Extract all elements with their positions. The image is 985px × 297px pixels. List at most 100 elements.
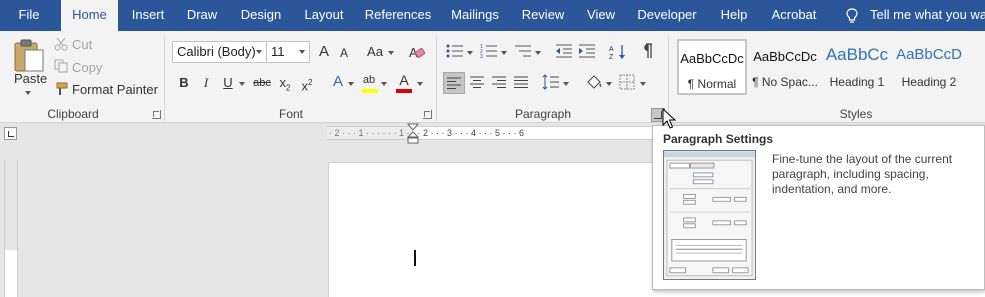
align-right-icon[interactable] (491, 75, 507, 89)
borders-icon[interactable] (619, 74, 635, 90)
bullets-icon[interactable] (446, 43, 464, 59)
font-name-combo[interactable]: Calibri (Body) (172, 41, 267, 63)
group-divider (436, 35, 437, 121)
font-group-label: Font (278, 107, 303, 121)
style-sample: AaBbCcD (896, 46, 962, 63)
tooltip-title: Paragraph Settings (663, 132, 774, 146)
tab-view[interactable]: View (580, 0, 622, 31)
text-effects-dropdown-icon[interactable] (348, 82, 354, 86)
tab-developer[interactable]: Developer (632, 0, 702, 31)
paragraph-launcher-icon (654, 111, 662, 119)
style-sample: AaBbCcDc (753, 49, 817, 64)
clipboard-launcher-icon[interactable] (152, 110, 161, 119)
italic-button[interactable]: I (197, 74, 215, 92)
style-name: Heading 2 (901, 75, 957, 89)
scissors-icon (54, 37, 68, 51)
line-spacing-dropdown-icon[interactable] (563, 82, 569, 86)
tab-review[interactable]: Review (514, 0, 572, 31)
align-center-icon[interactable] (469, 75, 485, 89)
group-divider (164, 35, 165, 121)
format-painter-button[interactable]: Format Painter (72, 82, 158, 97)
mouse-pointer-icon (662, 108, 676, 129)
highlight-button[interactable]: ab (360, 71, 378, 89)
line-spacing-icon[interactable] (542, 74, 560, 90)
shading-icon[interactable] (585, 73, 603, 91)
style-heading-1[interactable]: AaBbCc Heading 1 (822, 39, 892, 95)
lightbulb-icon (846, 8, 858, 23)
sort-icon[interactable]: AZ (609, 43, 627, 61)
copy-icon (54, 59, 68, 73)
decrease-indent-icon[interactable] (555, 43, 573, 59)
font-color-swatch (396, 89, 412, 93)
numbering-dropdown-icon[interactable] (501, 51, 507, 55)
tell-me-search[interactable]: Tell me what you want (870, 0, 985, 31)
tab-draw[interactable]: Draw (180, 0, 224, 31)
change-case-button[interactable]: Aa (364, 43, 386, 61)
bullets-dropdown-icon[interactable] (467, 51, 473, 55)
paste-clipboard-icon (14, 39, 44, 72)
svg-text:A: A (609, 46, 614, 53)
home-ribbon: Paste Cut Copy Format Painter Clipboard … (0, 31, 985, 123)
style-heading-2[interactable]: AaBbCcD Heading 2 (894, 39, 964, 95)
underline-button[interactable]: U (219, 74, 237, 92)
change-case-dropdown-icon[interactable] (388, 51, 394, 55)
shading-dropdown-icon[interactable] (606, 82, 612, 86)
ruler-margin-shade (327, 126, 413, 140)
indent-marker-icon[interactable] (407, 123, 419, 145)
tab-mailings[interactable]: Mailings (444, 0, 506, 31)
subscript-button[interactable]: x2 (276, 74, 294, 93)
cut-button[interactable]: Cut (72, 37, 92, 52)
text-effects-button[interactable]: A (329, 73, 347, 91)
tab-acrobat[interactable]: Acrobat (766, 0, 822, 31)
style-name: Heading 1 (829, 75, 885, 89)
font-color-dropdown-icon[interactable] (417, 82, 423, 86)
align-left-button[interactable] (443, 72, 465, 94)
underline-dropdown-icon[interactable] (239, 82, 245, 86)
style-no-spacing[interactable]: AaBbCcDc ¶ No Spac... (750, 39, 820, 95)
clear-formatting-icon[interactable]: A (408, 43, 426, 61)
numbering-icon[interactable]: 123 (480, 43, 498, 59)
paste-button[interactable]: Paste (14, 71, 47, 86)
clipboard-group-label: Clipboard (47, 107, 99, 121)
tooltip-description: Fine-tune the layout of the current para… (772, 152, 953, 196)
style-normal[interactable]: AaBbCcDc ¶ Normal (677, 39, 747, 95)
font-color-button[interactable]: A (395, 71, 413, 89)
tab-references[interactable]: References (360, 0, 436, 31)
style-sample: AaBbCcDc (680, 51, 744, 66)
styles-group-label: Styles (839, 107, 873, 121)
tab-layout[interactable]: Layout (298, 0, 350, 31)
increase-indent-icon[interactable] (578, 43, 596, 59)
align-left-icon (447, 77, 461, 89)
superscript-button[interactable]: x2 (298, 74, 316, 93)
tab-help[interactable]: Help (712, 0, 756, 31)
paste-dropdown-icon[interactable] (25, 91, 31, 95)
multilevel-list-icon[interactable] (514, 43, 532, 59)
show-formatting-marks-icon[interactable] (640, 43, 654, 59)
bold-button[interactable]: B (175, 74, 193, 92)
style-name: ¶ Normal (687, 77, 737, 91)
multilevel-dropdown-icon[interactable] (535, 51, 541, 55)
strikethrough-button[interactable]: abc (251, 74, 273, 92)
font-size-value: 11 (271, 44, 285, 59)
font-size-combo[interactable]: 11 (266, 41, 310, 63)
paragraph-group-label: Paragraph (514, 107, 572, 121)
ribbon-tab-bar: File Home Insert Draw Design Layout Refe… (0, 0, 985, 31)
highlight-dropdown-icon[interactable] (381, 82, 387, 86)
borders-dropdown-icon[interactable] (640, 82, 646, 86)
format-painter-icon (56, 82, 68, 95)
tab-insert[interactable]: Insert (122, 0, 174, 31)
text-cursor (414, 250, 416, 266)
tab-selector-icon[interactable] (4, 127, 17, 140)
grow-font-button[interactable]: A (315, 43, 333, 61)
font-launcher-icon[interactable] (423, 110, 432, 119)
copy-button[interactable]: Copy (72, 60, 102, 75)
tab-design[interactable]: Design (234, 0, 288, 31)
tab-home[interactable]: Home (61, 0, 118, 31)
paragraph-dialog-preview-icon (663, 150, 756, 280)
justify-icon[interactable] (513, 75, 529, 89)
shrink-font-button[interactable]: A (335, 44, 353, 62)
tab-file[interactable]: File (0, 0, 58, 31)
style-name: ¶ No Spac... (752, 75, 818, 89)
font-name-value: Calibri (Body) (177, 44, 256, 59)
svg-text:Z: Z (609, 54, 614, 61)
